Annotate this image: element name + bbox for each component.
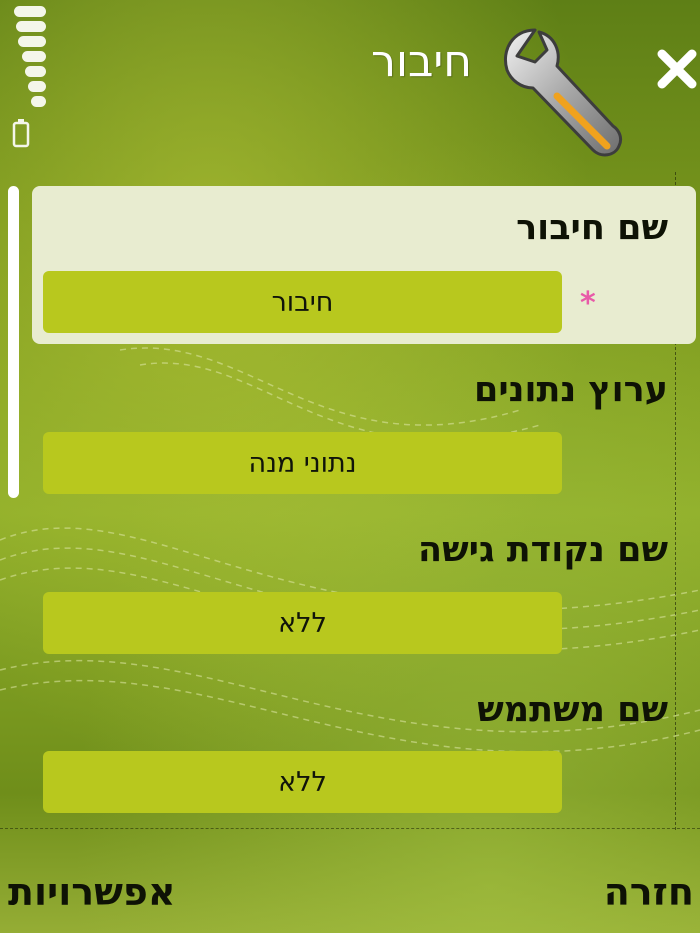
signal-strength-icon bbox=[12, 6, 46, 110]
battery-icon bbox=[12, 119, 30, 148]
access-point-name-label: שם נקודת גישה bbox=[418, 530, 668, 570]
data-channel-label: ערוץ נתונים bbox=[473, 370, 668, 410]
options-softkey[interactable]: אפשרויות bbox=[8, 870, 176, 914]
username-field[interactable]: ללא bbox=[43, 751, 562, 813]
required-indicator: * bbox=[580, 286, 596, 321]
scroll-thumb[interactable] bbox=[8, 186, 19, 498]
data-channel-field[interactable]: נתוני מנה bbox=[43, 432, 562, 494]
connection-name-field[interactable]: חיבור bbox=[43, 271, 562, 333]
close-icon[interactable] bbox=[656, 48, 698, 90]
connection-name-label: שם חיבור bbox=[516, 208, 668, 248]
wrench-icon bbox=[504, 28, 623, 157]
username-label: שם משתמש bbox=[477, 690, 668, 730]
page-title: חיבור bbox=[371, 36, 472, 87]
softkey-divider bbox=[0, 828, 700, 829]
scrollbar[interactable] bbox=[6, 182, 22, 502]
back-softkey[interactable]: חזרה bbox=[604, 870, 694, 914]
access-point-name-field[interactable]: ללא bbox=[43, 592, 562, 654]
